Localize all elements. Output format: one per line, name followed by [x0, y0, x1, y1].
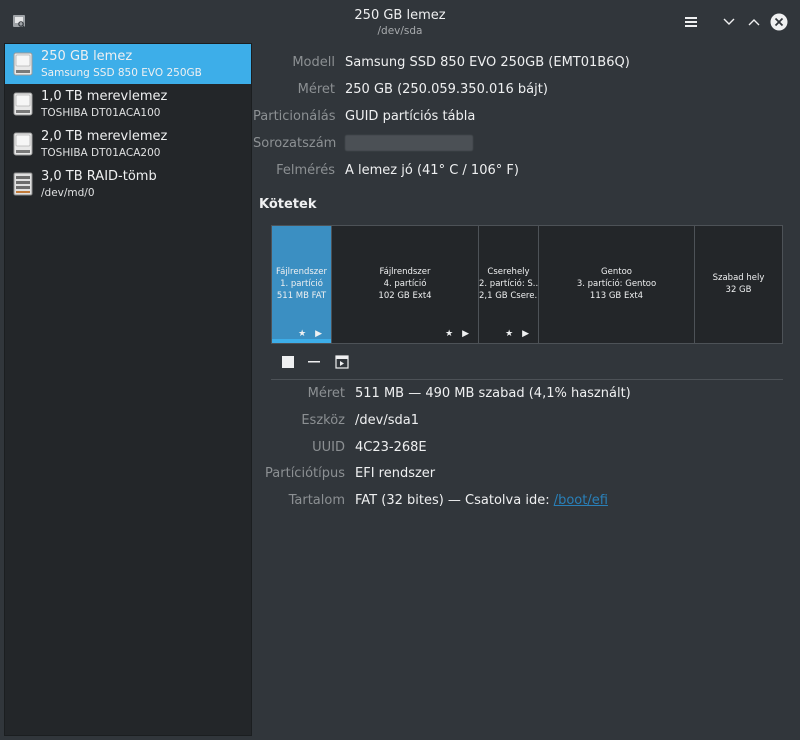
partition-type-label: Partíciótípus	[265, 466, 345, 481]
partitioning-label: Particionálás	[253, 109, 336, 124]
volume-size: 32 GB	[725, 285, 752, 295]
volume-partition-4[interactable]: Fájlrendszer 4. partíció 102 GB Ext4 ★ ▶	[332, 226, 479, 343]
volume-swap[interactable]: Cserehely 2. partíció: S... 2,1 GB Csere…	[479, 226, 539, 343]
volume-efi-partition[interactable]: Fájlrendszer 1. partíció 511 MB FAT ★ ▶	[272, 226, 332, 343]
drive-model: Samsung SSD 850 EVO 250GB	[41, 67, 202, 79]
maximize-button[interactable]	[745, 13, 763, 31]
uuid-label: UUID	[312, 440, 345, 455]
chevron-down-icon	[723, 18, 735, 25]
drive-item-1tb[interactable]: 1,0 TB merevlemez TOSHIBA DT01ACA100	[5, 84, 251, 124]
volume-size: 2,1 GB Csere...	[479, 291, 538, 301]
drive-name: 2,0 TB merevlemez	[41, 129, 168, 144]
volume-type: Cserehely	[487, 267, 530, 277]
drive-icon	[13, 52, 33, 76]
menu-button[interactable]	[682, 13, 700, 31]
close-button[interactable]	[770, 13, 788, 31]
drive-list: 250 GB lemez Samsung SSD 850 EVO 250GB 1…	[4, 43, 252, 736]
partition-size-value: 511 MB — 490 MB szabad (4,1% használt)	[355, 386, 631, 401]
volume-partition: 2. partíció: S...	[479, 279, 538, 289]
window-title-block: 250 GB lemez /dev/sda	[250, 8, 550, 38]
drive-item-2tb[interactable]: 2,0 TB merevlemez TOSHIBA DT01ACA200	[5, 124, 251, 164]
volume-toolbar	[279, 355, 379, 371]
size-value: 250 GB (250.059.350.016 bájt)	[345, 82, 548, 97]
drive-model: /dev/md/0	[41, 187, 95, 199]
partition-size-label: Méret	[307, 386, 345, 401]
title-bar: 250 GB lemez /dev/sda	[0, 0, 800, 43]
serial-label: Sorozatszám	[253, 136, 337, 151]
drive-item-250gb[interactable]: 250 GB lemez Samsung SSD 850 EVO 250GB	[5, 44, 251, 84]
chevron-up-icon	[748, 19, 760, 26]
volume-flags: ★ ▶	[298, 329, 325, 339]
partition-options-button[interactable]	[335, 355, 349, 369]
volume-size: 113 GB Ext4	[589, 291, 644, 301]
drive-item-raid[interactable]: 3,0 TB RAID-tömb /dev/md/0	[5, 164, 251, 204]
drive-details-pane: Modell Samsung SSD 850 EVO 250GB (EMT01B…	[253, 43, 800, 740]
volumes-heading: Kötetek	[259, 197, 317, 212]
model-label: Modell	[292, 55, 335, 70]
partition-type-value: EFI rendszer	[355, 466, 436, 481]
drive-icon	[13, 92, 33, 116]
delete-partition-button[interactable]	[307, 355, 321, 369]
volume-flags: ★ ▶	[445, 329, 472, 339]
contents-label: Tartalom	[288, 493, 345, 508]
volume-partition: 3. partíció: Gentoo	[576, 279, 657, 289]
raid-icon	[13, 172, 33, 196]
drive-name: 3,0 TB RAID-tömb	[41, 169, 157, 184]
window-subtitle: /dev/sda	[377, 25, 423, 37]
partitioning-value: GUID partíciós tábla	[345, 109, 476, 124]
minus-icon	[308, 361, 320, 363]
volume-type: Fájlrendszer	[379, 267, 431, 277]
volume-size: 511 MB FAT	[276, 291, 327, 301]
disks-app-icon	[12, 14, 26, 28]
contents-text: FAT (32 bites) — Csatolva ide:	[355, 493, 554, 508]
model-value: Samsung SSD 850 EVO 250GB (EMT01B6Q)	[345, 55, 630, 70]
volume-size: 102 GB Ext4	[378, 291, 432, 301]
volume-flags: ★ ▶	[505, 329, 532, 339]
volume-partition: 1. partíció	[280, 279, 323, 289]
options-icon	[335, 355, 349, 369]
volume-usage-bar	[272, 339, 331, 343]
drive-icon	[13, 132, 33, 156]
volume-type: Szabad hely	[712, 273, 765, 283]
device-label: Eszköz	[301, 413, 345, 428]
uuid-value: 4C23-268E	[355, 440, 427, 455]
volume-type: Fájlrendszer	[276, 267, 327, 277]
drive-model: TOSHIBA DT01ACA100	[41, 107, 161, 119]
drive-model: TOSHIBA DT01ACA200	[41, 147, 161, 159]
minimize-button[interactable]	[720, 13, 738, 31]
size-label: Méret	[297, 82, 335, 97]
device-value: /dev/sda1	[355, 413, 419, 428]
stop-icon	[282, 356, 294, 368]
assessment-value: A lemez jó (41° C / 106° F)	[345, 163, 519, 178]
window-title: 250 GB lemez	[354, 8, 446, 23]
volume-free-space[interactable]: Szabad hely 32 GB	[695, 226, 782, 343]
drive-name: 250 GB lemez	[41, 49, 133, 64]
close-icon	[770, 13, 788, 31]
assessment-label: Felmérés	[276, 163, 335, 178]
serial-redacted	[345, 135, 473, 151]
drive-name: 1,0 TB merevlemez	[41, 89, 168, 104]
mount-point-link[interactable]: /boot/efi	[554, 493, 608, 508]
volume-partition: 4. partíció	[383, 279, 427, 289]
hamburger-icon	[685, 17, 697, 27]
stop-button[interactable]	[281, 355, 295, 369]
contents-value: FAT (32 bites) — Csatolva ide: /boot/efi	[355, 493, 608, 508]
volume-map: Fájlrendszer 1. partíció 511 MB FAT ★ ▶ …	[271, 225, 783, 344]
volume-type: Gentoo	[601, 267, 632, 277]
volume-gentoo[interactable]: Gentoo 3. partíció: Gentoo 113 GB Ext4	[539, 226, 695, 343]
divider	[271, 379, 783, 380]
